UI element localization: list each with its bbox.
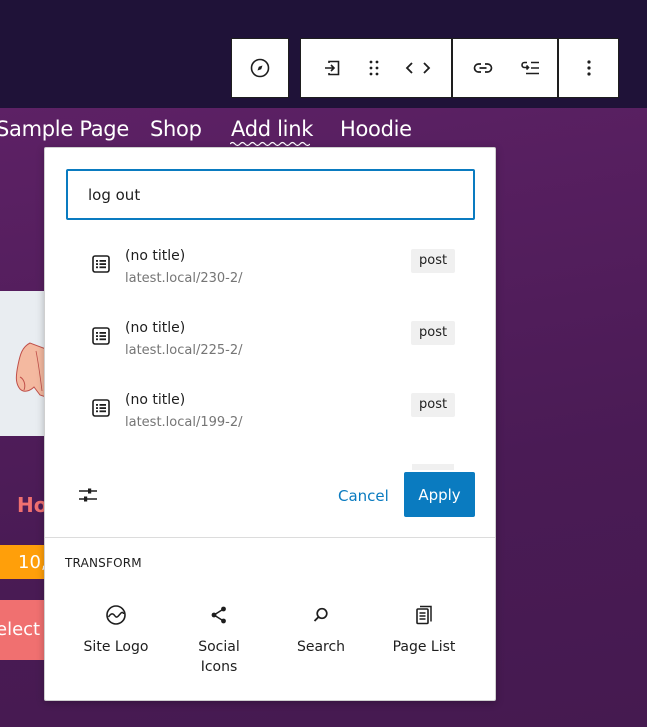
result-url: latest.local/199-2/ <box>125 415 243 430</box>
result-title: (no title) <box>125 392 186 408</box>
price-fragment: 10,( <box>0 545 46 579</box>
result-title: (no title) <box>125 248 186 264</box>
result-type-badge: post <box>411 249 456 273</box>
transform-label-social-icons: Social Icons <box>198 639 240 675</box>
post-list-icon <box>92 255 110 273</box>
result-url: latest.local/230-2/ <box>125 271 243 286</box>
submenu-icon <box>325 60 340 76</box>
toolbar-group-navigation <box>231 38 289 98</box>
product-image <box>0 291 47 436</box>
add-submenu-button[interactable] <box>507 44 555 92</box>
nav-item-hoodie[interactable]: Hoodie <box>340 117 412 141</box>
share-icon <box>211 606 226 624</box>
transform-heading: TRANSFORM <box>65 556 142 570</box>
toolbar-group-more <box>558 38 619 98</box>
link-settings-button[interactable] <box>75 482 101 508</box>
link-search-input[interactable] <box>66 169 475 220</box>
result-url: latest.local/225-2/ <box>125 343 243 358</box>
move-arrows-button[interactable] <box>392 44 444 92</box>
submenu-button[interactable] <box>308 44 356 92</box>
hoodie-image-icon <box>15 342 47 398</box>
search-result-item[interactable]: (no title) latest.local/225-2/ post <box>45 308 495 380</box>
next-result-peek <box>412 464 454 470</box>
code-arrows-icon <box>405 62 431 74</box>
page-list-icon <box>416 605 432 625</box>
nav-item-shop[interactable]: Shop <box>150 117 202 141</box>
toolbar-group-block <box>300 38 452 98</box>
transform-page-list[interactable]: Page List <box>374 603 474 657</box>
sliders-icon <box>79 488 97 502</box>
drag-handle-button[interactable] <box>356 44 392 92</box>
compass-icon <box>250 58 270 78</box>
add-submenu-icon <box>521 61 539 75</box>
search-results-list: (no title) latest.local/230-2/ post (no … <box>45 236 495 466</box>
search-result-item[interactable]: (no title) latest.local/230-2/ post <box>45 236 495 308</box>
transform-social-icons[interactable]: Social Icons <box>169 603 269 677</box>
link-button[interactable] <box>459 44 507 92</box>
result-title: (no title) <box>125 320 186 336</box>
transform-search[interactable]: Search <box>271 603 371 657</box>
link-control-popover: (no title) latest.local/230-2/ post (no … <box>44 147 496 701</box>
more-options-icon <box>587 60 591 76</box>
site-logo-icon <box>106 605 126 625</box>
link-icon <box>473 63 493 73</box>
select-options-fragment[interactable]: elect <box>0 600 46 660</box>
more-options-button[interactable] <box>565 44 613 92</box>
transform-site-logo[interactable]: Site Logo <box>66 603 166 657</box>
transform-label-site-logo: Site Logo <box>83 639 149 655</box>
result-type-badge: post <box>411 393 456 417</box>
transform-label-search: Search <box>296 639 346 655</box>
apply-button[interactable]: Apply <box>404 472 475 517</box>
transform-divider <box>45 537 495 538</box>
result-type-badge: post <box>411 321 456 345</box>
product-title-fragment: Ho <box>17 493 48 517</box>
transform-label-page-list: Page List <box>392 639 456 655</box>
search-result-item[interactable]: (no title) latest.local/199-2/ post <box>45 380 495 452</box>
cancel-button[interactable]: Cancel <box>328 478 399 514</box>
post-list-icon <box>92 327 110 345</box>
compass-button[interactable] <box>236 44 284 92</box>
nav-item-add-link[interactable]: Add link <box>231 117 313 141</box>
post-list-icon <box>92 399 110 417</box>
drag-handle-icon <box>369 60 379 76</box>
toolbar-group-link <box>452 38 558 98</box>
nav-item-sample-page[interactable]: Sample Page <box>0 117 129 141</box>
search-icon <box>313 607 328 622</box>
